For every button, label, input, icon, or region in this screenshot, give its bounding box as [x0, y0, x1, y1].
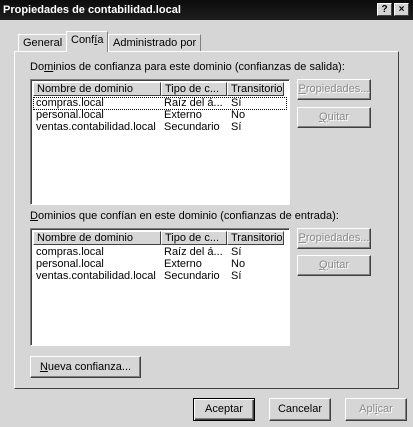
title-bar[interactable]: Propiedades de contabilidad.local [0, 0, 413, 20]
incoming-remove-button[interactable]: Quitar [297, 255, 371, 276]
column-header-name[interactable]: Nombre de dominio [33, 231, 161, 245]
incoming-label-accel: D [30, 210, 38, 222]
tab-confia[interactable]: Confía [66, 31, 109, 52]
incoming-row-2-transitive: No [231, 258, 246, 270]
help-button[interactable]: ? [377, 3, 392, 16]
close-button[interactable]: × [394, 3, 409, 16]
incoming-properties-button[interactable]: Propiedades... [297, 228, 371, 249]
incoming-remove-accel: Q [319, 259, 328, 271]
outgoing-row-1-transitive: Sí [231, 97, 242, 109]
column-header-type[interactable]: Tipo de c... [161, 82, 227, 96]
outgoing-row-2-name[interactable]: personal.local [36, 109, 104, 121]
outgoing-row-2-type: Externo [164, 109, 202, 121]
outgoing-row-3-type: Secundario [164, 121, 220, 133]
column-header-transitive[interactable]: Transitorio [227, 231, 284, 245]
outgoing-remove-accel: Q [319, 111, 328, 123]
accept-button[interactable]: Aceptar [193, 398, 255, 421]
column-header-transitive[interactable]: Transitorio [227, 82, 284, 96]
apply-button[interactable]: Aplicar [345, 398, 407, 421]
new-trust-accel: N [39, 361, 48, 373]
outgoing-row-2-transitive: No [231, 109, 246, 121]
tab-administrado-por[interactable]: Administrado por [108, 34, 202, 52]
outgoing-properties-text: ropiedades... [305, 83, 370, 95]
outgoing-trusts-label: Dominios de confianza para este dominio … [30, 61, 345, 73]
outgoing-row-1-type: Raíz del á... [164, 97, 223, 109]
incoming-remove-text: uitar [327, 259, 349, 271]
outgoing-properties-button[interactable]: Propiedades... [297, 79, 371, 100]
incoming-row-2-name[interactable]: personal.local [36, 258, 104, 270]
outgoing-properties-accel: P [298, 83, 306, 95]
cancel-button[interactable]: Cancelar [269, 398, 331, 421]
new-trust-text: ueva confianza... [47, 361, 132, 373]
incoming-row-2-type: Externo [164, 258, 202, 270]
outgoing-remove-text: uitar [327, 111, 349, 123]
outgoing-row-3-name[interactable]: ventas.contabilidad.local [36, 121, 156, 133]
tab-confia-text-pre: Conf [71, 34, 95, 46]
tab-confia-text-post: a [97, 34, 104, 46]
outgoing-label-accel: m [44, 61, 54, 73]
outgoing-remove-button[interactable]: Quitar [297, 107, 371, 128]
outgoing-label-pre: Do [30, 61, 45, 73]
tab-general[interactable]: General [18, 34, 68, 52]
new-trust-button[interactable]: Nueva confianza... [30, 356, 141, 378]
outgoing-row-1-name[interactable]: compras.local [36, 97, 104, 109]
incoming-properties-text: ropiedades... [305, 232, 370, 244]
incoming-row-3-type: Secundario [164, 270, 220, 282]
incoming-row-1-name[interactable]: compras.local [36, 246, 104, 258]
apply-text-post: car [377, 403, 393, 415]
window-title: Propiedades de contabilidad.local [3, 4, 181, 16]
incoming-row-1-transitive: Sí [231, 246, 242, 258]
incoming-trusts-label: Dominios que confían en este dominio (co… [30, 210, 339, 222]
incoming-trusts-list[interactable]: Nombre de dominio Tipo de c... Transitor… [30, 228, 290, 346]
column-header-name[interactable]: Nombre de dominio [33, 82, 161, 96]
outgoing-label-post: inios de confianza para este dominio (co… [53, 61, 345, 73]
column-header-type[interactable]: Tipo de c... [161, 231, 227, 245]
outgoing-trusts-list[interactable]: Nombre de dominio Tipo de c... Transitor… [30, 79, 290, 205]
outgoing-row-3-transitive: Sí [231, 121, 242, 133]
apply-text-pre: Apl [359, 403, 376, 415]
incoming-row-3-name[interactable]: ventas.contabilidad.local [36, 270, 156, 282]
incoming-row-1-type: Raíz del á... [164, 246, 223, 258]
incoming-label-post: ominios que confían en este dominio (con… [37, 210, 339, 222]
incoming-row-3-transitive: Sí [231, 270, 242, 282]
incoming-properties-accel: P [298, 232, 306, 244]
